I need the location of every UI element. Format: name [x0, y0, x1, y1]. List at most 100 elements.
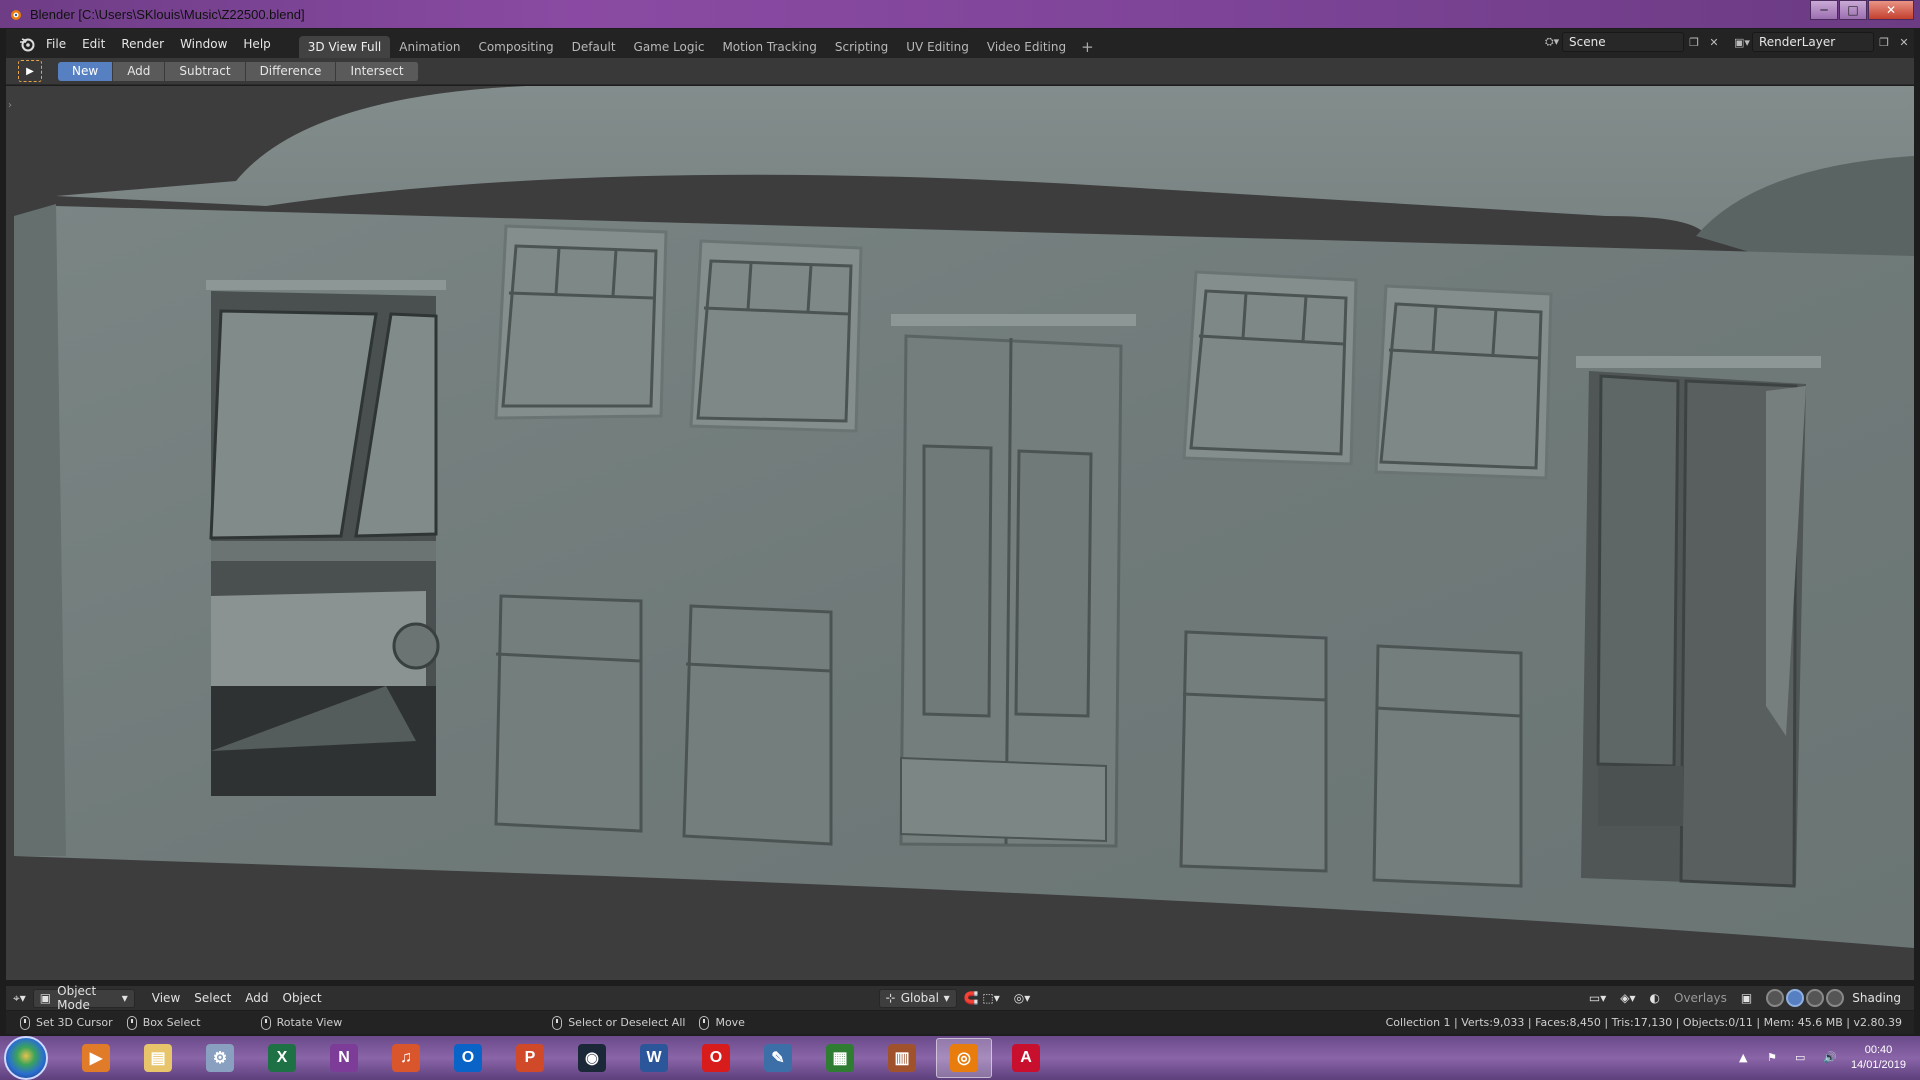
centre-door [891, 314, 1136, 848]
sidebar-expand-icon[interactable]: ‹ [1908, 100, 1912, 111]
taskbar-media-player-button[interactable]: ▶ [68, 1038, 124, 1078]
tab-3d-view-full[interactable]: 3D View Full [298, 36, 391, 58]
taskbar-word-button[interactable]: W [626, 1038, 682, 1078]
rendered-shading-icon[interactable] [1826, 989, 1845, 1007]
overlays-label[interactable]: Overlays [1667, 991, 1734, 1005]
acrobat-icon: A [1012, 1044, 1040, 1072]
clock-time: 00:40 [1864, 1044, 1893, 1056]
paint-app-icon: ✎ [764, 1044, 792, 1072]
taskbar-outlook-button[interactable]: O [440, 1038, 496, 1078]
shading-mode-group [1765, 989, 1845, 1007]
tab-default[interactable]: Default [563, 36, 625, 58]
hint-move: Move [699, 1015, 745, 1030]
mode-subtract-button[interactable]: Subtract [165, 61, 246, 81]
toolbar-expand-icon[interactable]: › [8, 100, 12, 111]
taskbar-blender-button[interactable]: ◎ [936, 1038, 992, 1078]
menu-select[interactable]: Select [187, 991, 238, 1005]
hint-rotate-view: Rotate View [260, 1015, 342, 1030]
start-button[interactable] [4, 1036, 48, 1080]
scene-name-field[interactable]: Scene [1562, 32, 1684, 52]
3d-viewport[interactable]: › ‹ [6, 86, 1914, 980]
select-tool-icon[interactable]: ▶ [18, 60, 42, 82]
tab-motion-tracking[interactable]: Motion Tracking [713, 36, 825, 58]
lookdev-shading-icon[interactable] [1806, 989, 1825, 1007]
editor-type-icon[interactable]: ⌖▾ [6, 991, 33, 1006]
overlays-icon[interactable]: ◐ [1643, 991, 1667, 1005]
mode-add-button[interactable]: Add [113, 61, 166, 81]
mode-new-button[interactable]: New [58, 61, 114, 81]
menu-file[interactable]: File [38, 37, 74, 51]
taskbar-winrar-button[interactable]: ▥ [874, 1038, 930, 1078]
tab-scripting[interactable]: Scripting [826, 36, 897, 58]
taskbar-headphones-app-button[interactable]: ♫ [378, 1038, 434, 1078]
menu-object[interactable]: Object [276, 991, 329, 1005]
mode-difference-button[interactable]: Difference [245, 61, 337, 81]
show-hidden-icons-icon[interactable]: ▲ [1739, 1051, 1755, 1065]
action-center-flag-icon[interactable]: ⚑ [1767, 1051, 1783, 1065]
tool-header: ▶ New Add Subtract Difference Intersect [6, 58, 1914, 85]
left-mouse-icon [20, 1015, 30, 1030]
window-title: Blender [C:\Users\SKlouis\Music\Z22500.b… [30, 6, 305, 22]
transform-orientation-dropdown[interactable]: ⊹ Global ▾ [878, 988, 957, 1008]
maximize-button[interactable]: □ [1839, 0, 1867, 20]
gizmo-icon[interactable]: ◈▾ [1613, 991, 1642, 1005]
menu-add[interactable]: Add [238, 991, 275, 1005]
mode-intersect-button[interactable]: Intersect [336, 61, 419, 81]
menu-render[interactable]: Render [113, 37, 172, 51]
render-layer-delete-icon[interactable]: ✕ [1894, 32, 1914, 52]
taskbar-paint-app-button[interactable]: ✎ [750, 1038, 806, 1078]
taskbar-excel-button[interactable]: X [254, 1038, 310, 1078]
cab-cutout [206, 280, 446, 796]
file-explorer-icon: ▤ [144, 1044, 172, 1072]
menu-edit[interactable]: Edit [74, 37, 113, 51]
taskbar-settings-button[interactable]: ⚙ [192, 1038, 248, 1078]
tab-game-logic[interactable]: Game Logic [625, 36, 714, 58]
shading-dropdown[interactable]: Shading [1845, 991, 1908, 1005]
taskbar-file-explorer-button[interactable]: ▤ [130, 1038, 186, 1078]
scene-duplicate-icon[interactable]: ❐ [1684, 32, 1704, 52]
scene-name: Scene [1569, 35, 1606, 49]
hint-select-deselect-all: Select or Deselect All [552, 1015, 685, 1030]
solid-shading-icon[interactable] [1786, 989, 1805, 1007]
window-title-bar: Blender [C:\Users\SKlouis\Music\Z22500.b… [0, 0, 1920, 28]
orientation-label: Global [900, 991, 939, 1005]
menu-view[interactable]: View [145, 991, 187, 1005]
taskbar-acrobat-button[interactable]: A [998, 1038, 1054, 1078]
taskbar-opera-button[interactable]: O [688, 1038, 744, 1078]
scene-delete-icon[interactable]: ✕ [1704, 32, 1724, 52]
powerpoint-icon: P [516, 1044, 544, 1072]
tab-uv-editing[interactable]: UV Editing [897, 36, 978, 58]
snap-icon[interactable]: 🧲 ⬚▾ [957, 991, 1007, 1005]
xray-icon[interactable]: ▣ [1734, 991, 1759, 1005]
blender-icon: ◎ [950, 1044, 978, 1072]
render-layer-field[interactable]: RenderLayer [1752, 32, 1874, 52]
menu-window[interactable]: Window [172, 37, 235, 51]
render-layer-duplicate-icon[interactable]: ❐ [1874, 32, 1894, 52]
minimize-button[interactable]: ─ [1810, 0, 1838, 20]
add-workspace-button[interactable]: + [1075, 36, 1100, 58]
proportional-edit-icon[interactable]: ◎▾ [1007, 991, 1038, 1005]
network-icon[interactable]: ▭ [1795, 1051, 1811, 1065]
tab-compositing[interactable]: Compositing [469, 36, 562, 58]
taskbar-onenote-button[interactable]: N [316, 1038, 372, 1078]
selection-mode-group: New Add Subtract Difference Intersect [58, 61, 419, 81]
object-mode-dropdown[interactable]: ▣ Object Mode ▾ [32, 984, 135, 1012]
view-object-types-icon[interactable]: ▭▾ [1582, 991, 1613, 1005]
tab-animation[interactable]: Animation [390, 36, 469, 58]
tab-video-editing[interactable]: Video Editing [978, 36, 1075, 58]
taskbar-powerpoint-button[interactable]: P [502, 1038, 558, 1078]
train-car-model [6, 86, 1914, 980]
media-player-icon: ▶ [82, 1044, 110, 1072]
scene-browse-icon[interactable]: ⛭▾ [1542, 32, 1562, 52]
volume-icon[interactable]: 🔊 [1823, 1051, 1839, 1065]
taskbar-monitor-app-button[interactable]: ▦ [812, 1038, 868, 1078]
wireframe-shading-icon[interactable] [1766, 989, 1785, 1007]
close-button[interactable]: ✕ [1868, 0, 1914, 20]
menu-help[interactable]: Help [235, 37, 278, 51]
clock[interactable]: 00:40 14/01/2019 [1851, 1043, 1906, 1073]
render-layer-browse-icon[interactable]: ▣▾ [1732, 32, 1752, 52]
taskbar-steam-button[interactable]: ◉ [564, 1038, 620, 1078]
monitor-app-icon: ▦ [826, 1044, 854, 1072]
hint-box-select: Box Select [126, 1015, 201, 1030]
blender-menu-icon[interactable] [16, 33, 38, 55]
